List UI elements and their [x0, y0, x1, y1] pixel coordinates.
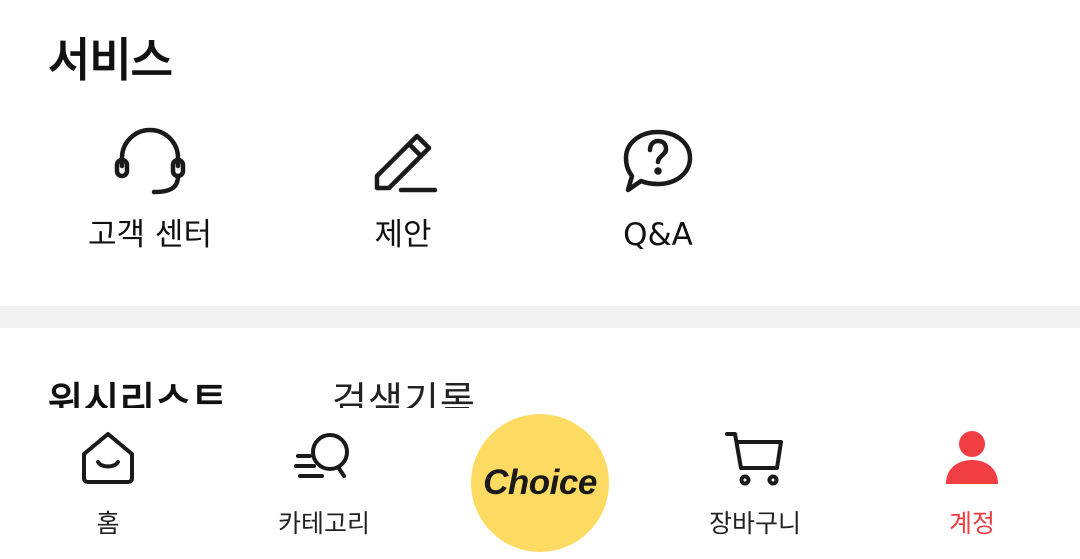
customer-center-button[interactable]: 고객 센터	[50, 122, 250, 252]
tab-search-history[interactable]: 검색기록	[332, 370, 476, 408]
choice-button[interactable]: Choice	[471, 414, 609, 552]
cart-icon	[723, 426, 787, 490]
nav-account-label: 계정	[948, 509, 995, 538]
nav-account[interactable]: 계정	[897, 426, 1047, 540]
qa-button[interactable]: Q&A	[558, 122, 758, 252]
nav-category-label: 카테고리	[277, 509, 370, 538]
qa-label: Q&A	[623, 217, 693, 253]
tab-wishlist[interactable]: 위시리스트	[48, 370, 228, 408]
suggestion-label: 제안	[374, 217, 432, 253]
section-divider	[0, 306, 1080, 328]
person-icon	[940, 426, 1004, 490]
wishlist-history-tabs: 위시리스트 검색기록	[0, 328, 1080, 408]
nav-home-label: 홈	[96, 509, 120, 538]
nav-home[interactable]: 홈	[33, 426, 183, 540]
suggestion-button[interactable]: 제안	[303, 122, 503, 252]
question-bubble-icon	[618, 122, 698, 202]
customer-center-label: 고객 센터	[88, 217, 212, 253]
nav-category[interactable]: 카테고리	[249, 426, 399, 540]
headset-icon	[110, 122, 190, 202]
pencil-icon	[363, 122, 443, 202]
home-icon	[76, 426, 140, 490]
category-search-icon	[292, 426, 356, 490]
services-title: 서비스	[48, 33, 173, 87]
bottom-navigation: 홈 카테고리 Choice 장바구니 계정	[0, 408, 1080, 559]
nav-cart[interactable]: 장바구니	[680, 426, 830, 540]
nav-cart-label: 장바구니	[708, 509, 801, 538]
choice-label: Choice	[483, 463, 597, 502]
